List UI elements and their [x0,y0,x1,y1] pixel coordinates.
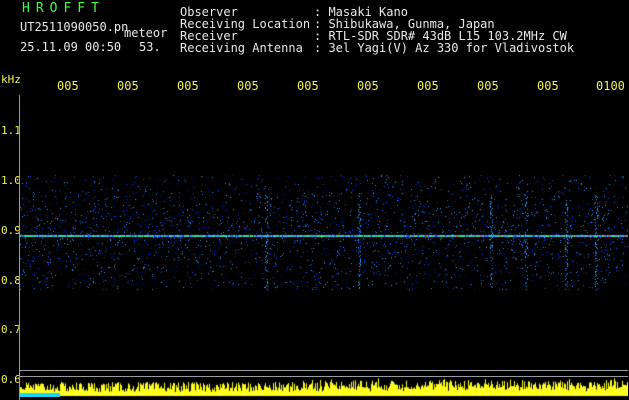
x-tick-label: 005 [417,79,439,93]
y-tick-label: 1.1 [1,124,21,137]
x-tick-label: 005 [357,79,379,93]
antenna-label: Receiving Antenna [180,41,303,55]
y-tick-label: 0.9 [1,224,21,237]
y-tick-label: 0.6 [1,373,21,386]
x-tick-label: 0100 [596,79,625,93]
x-tick-label: 005 [477,79,499,93]
x-tick-label: 005 [177,79,199,93]
y-tick-label: 0.7 [1,323,21,336]
frame-number: 53. [139,40,161,54]
x-tick-label: 005 [117,79,139,93]
x-tick-label: 005 [237,79,259,93]
x-tick-label: 005 [537,79,559,93]
power-trace-top-line [20,376,628,377]
file-name: UT2511090050.pn [20,20,129,34]
hrofft-title: HROFFT [22,1,105,16]
frequency-unit: kHz [1,73,21,86]
file-extension: meteor [124,26,168,40]
x-tick-label: 005 [57,79,79,93]
y-tick-label: 1.0 [1,174,21,187]
spectrogram-canvas [20,95,628,397]
antenna-value: : 3el Yagi(V) Az 330 for Vladivostok [314,41,575,55]
x-tick-label: 005 [297,79,319,93]
y-tick-label: 0.8 [1,274,21,287]
capture-datetime: 25.11.09 00:50 [20,40,122,54]
spectrogram-bottom-line [20,370,628,371]
